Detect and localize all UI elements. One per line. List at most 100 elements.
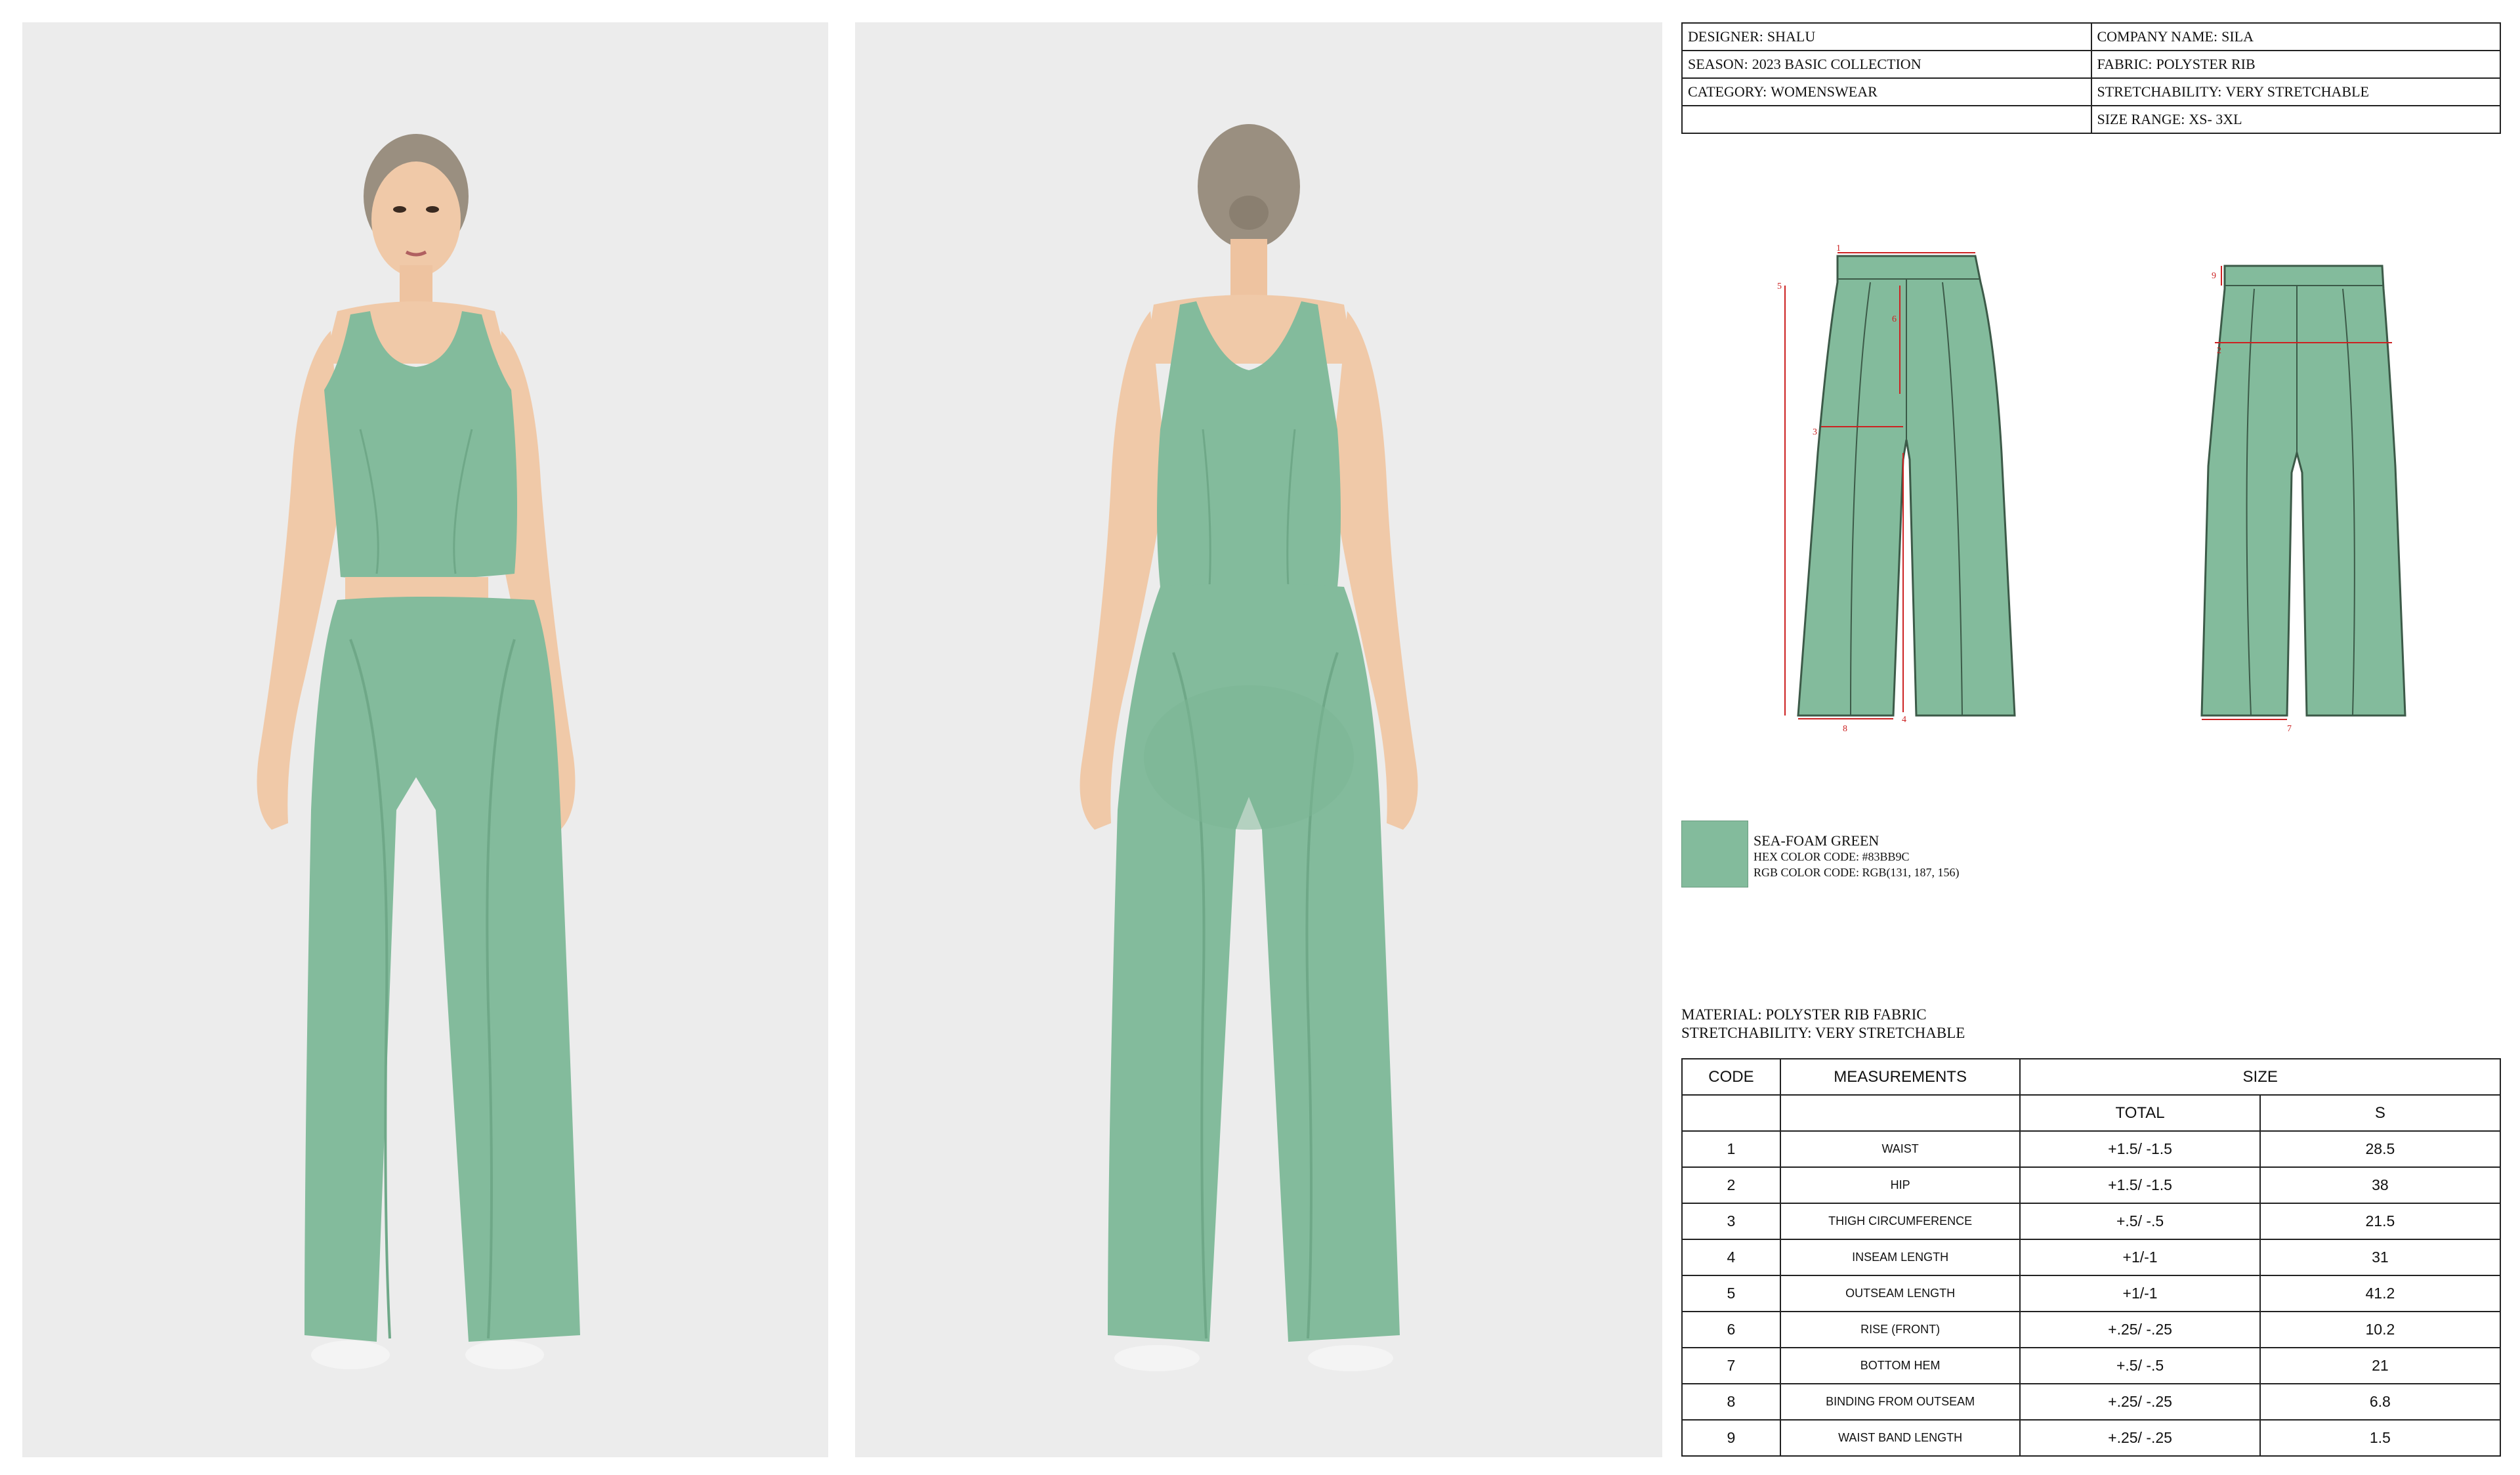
material-info: MATERIAL: POLYSTER RIB FABRIC STRETCHABI… — [1681, 1006, 1965, 1042]
info-row: CATEGORY: WOMENSWEAR STRETCHABILITY: VERY … — [1681, 77, 2501, 106]
front-view-panel — [22, 22, 828, 1457]
season-cell: SEASON: 2023 BASIC COLLECTION — [1681, 50, 2092, 79]
row-code: 9 — [1681, 1419, 1781, 1457]
row-total: +1/-1 — [2019, 1275, 2261, 1312]
row-total: +1/-1 — [2019, 1239, 2261, 1276]
table-row: 8 BINDING FROM OUTSEAM +.25/ -.25 6.8 — [1681, 1383, 2502, 1421]
designer-cell: DESIGNER: SHALU — [1681, 22, 2092, 51]
category-value: WOMENSWEAR — [1771, 83, 1878, 100]
row-measurement: BOTTOM HEM — [1779, 1347, 2021, 1384]
table-row: 2 HIP +1.5/ -1.5 38 — [1681, 1166, 2502, 1204]
row-code: 3 — [1681, 1203, 1781, 1240]
empty-cell — [1681, 105, 2092, 134]
row-measurement: INSEAM LENGTH — [1779, 1239, 2021, 1276]
fabric-cell: FABRIC: POLYSTER RIB — [2090, 50, 2501, 79]
row-code: 4 — [1681, 1239, 1781, 1276]
row-measurement: WAIST — [1779, 1130, 2021, 1168]
row-measurement: WAIST BAND LENGTH — [1779, 1419, 2021, 1457]
row-code: 2 — [1681, 1166, 1781, 1204]
row-size-s: 21 — [2259, 1347, 2502, 1384]
size-range-cell: SIZE RANGE: XS- 3XL — [2090, 105, 2501, 134]
empty-cell — [1779, 1094, 2021, 1132]
row-total: +.25/ -.25 — [2019, 1311, 2261, 1348]
row-measurement: THIGH CIRCUMFERENCE — [1779, 1203, 2021, 1240]
color-swatch — [1681, 821, 1748, 887]
info-row: DESIGNER: SHALU COMPANY NAME: SILA — [1681, 22, 2501, 51]
flat-mark-2: 2 — [2217, 346, 2221, 356]
hex-code: HEX COLOR CODE: #83BB9C — [1754, 850, 1910, 863]
row-measurement: OUTSEAM LENGTH — [1779, 1275, 2021, 1312]
back-view-model-image — [1080, 124, 1418, 1371]
row-size-s: 28.5 — [2259, 1130, 2502, 1168]
row-size-s: 10.2 — [2259, 1311, 2502, 1348]
flat-mark-1: 1 — [1836, 244, 1841, 253]
table-row: 3 THIGH CIRCUMFERENCE +.5/ -.5 21.5 — [1681, 1203, 2502, 1240]
row-code: 7 — [1681, 1347, 1781, 1384]
flat-mark-3: 3 — [1813, 427, 1817, 437]
color-info: SEA-FOAM GREEN HEX COLOR CODE: #83BB9C R… — [1754, 832, 1960, 880]
row-size-s: 1.5 — [2259, 1419, 2502, 1457]
designer-value: SHALU — [1767, 28, 1816, 45]
category-cell: CATEGORY: WOMENSWEAR — [1681, 77, 2092, 106]
flat-mark-9: 9 — [2212, 271, 2216, 281]
s-header: S — [2259, 1094, 2502, 1132]
table-header-row: CODE MEASUREMENTS SIZE — [1681, 1058, 2501, 1096]
table-row: 1 WAIST +1.5/ -1.5 28.5 — [1681, 1130, 2502, 1168]
info-row: SIZE RANGE: XS- 3XL — [1681, 105, 2501, 134]
company-label: COMPANY NAME: — [2097, 28, 2218, 45]
row-code: 5 — [1681, 1275, 1781, 1312]
row-total: +1.5/ -1.5 — [2019, 1130, 2261, 1168]
company-cell: COMPANY NAME: SILA — [2090, 22, 2501, 51]
fabric-value: POLYSTER RIB — [2156, 56, 2256, 72]
row-total: +.5/ -.5 — [2019, 1203, 2261, 1240]
designer-label: DESIGNER: — [1688, 28, 1763, 45]
size-range-label: SIZE RANGE: — [2097, 111, 2185, 127]
color-name: SEA-FOAM GREEN — [1754, 832, 1880, 849]
flat-mark-4: 4 — [1902, 715, 1906, 725]
table-row: 9 WAIST BAND LENGTH +.25/ -.25 1.5 — [1681, 1419, 2502, 1457]
table-body: 1 WAIST +1.5/ -1.5 28.5 2 HIP +1.5/ -1.5 38 3 THI… — [1681, 1130, 2502, 1457]
category-label: CATEGORY: — [1688, 83, 1767, 100]
back-view-panel — [855, 22, 1662, 1457]
total-header: TOTAL — [2019, 1094, 2261, 1132]
row-size-s: 21.5 — [2259, 1203, 2502, 1240]
back-flat-sketch: 9 2 7 — [2200, 265, 2406, 734]
info-row: SEASON: 2023 BASIC COLLECTION FABRIC: POLY… — [1681, 50, 2501, 79]
flat-mark-8: 8 — [1843, 724, 1847, 734]
row-total: +.5/ -.5 — [2019, 1347, 2261, 1384]
stretchability-line: STRETCHABILITY: VERY STRETCHABLE — [1681, 1025, 1965, 1041]
front-flat-sketch: 1 5 6 3 8 4 — [1777, 244, 2016, 734]
table-row: 7 BOTTOM HEM +.5/ -.5 21 — [1681, 1347, 2502, 1384]
row-size-s: 41.2 — [2259, 1275, 2502, 1312]
front-view-model-image — [257, 134, 580, 1369]
season-value: 2023 BASIC COLLECTION — [1752, 56, 1922, 72]
flat-mark-7: 7 — [2287, 724, 2292, 734]
table-row: 5 OUTSEAM LENGTH +1/-1 41.2 — [1681, 1275, 2502, 1312]
season-label: SEASON: — [1688, 56, 1748, 72]
row-total: +.25/ -.25 — [2019, 1419, 2261, 1457]
row-total: +1.5/ -1.5 — [2019, 1166, 2261, 1204]
row-measurement: HIP — [1779, 1166, 2021, 1204]
empty-cell — [1681, 1094, 1781, 1132]
row-total: +.25/ -.25 — [2019, 1383, 2261, 1421]
table-row: 4 INSEAM LENGTH +1/-1 31 — [1681, 1239, 2502, 1276]
rgb-code: RGB COLOR CODE: RGB(131, 187, 156) — [1754, 866, 1960, 879]
spec-info-table: DESIGNER: SHALU COMPANY NAME: SILA SEASON:… — [1681, 22, 2501, 134]
row-size-s: 6.8 — [2259, 1383, 2502, 1421]
row-size-s: 38 — [2259, 1166, 2502, 1204]
row-code: 6 — [1681, 1311, 1781, 1348]
fabric-label: FABRIC: — [2097, 56, 2152, 72]
table-subheader-row: TOTAL S — [1681, 1094, 2502, 1132]
row-size-s: 31 — [2259, 1239, 2502, 1276]
row-code: 8 — [1681, 1383, 1781, 1421]
table-row: 6 RISE (FRONT) +.25/ -.25 10.2 — [1681, 1311, 2502, 1348]
size-header: SIZE — [2019, 1058, 2501, 1096]
company-value: SILA — [2221, 28, 2254, 45]
measurements-header: MEASUREMENTS — [1779, 1058, 2021, 1096]
size-range-value: XS- 3XL — [2189, 111, 2242, 127]
row-code: 1 — [1681, 1130, 1781, 1168]
measurement-table: CODE MEASUREMENTS SIZE TOTAL S 1 WAIST +1.… — [1681, 1058, 2502, 1457]
stretch-label: STRETCHABILITY: — [2097, 83, 2222, 100]
row-measurement: BINDING FROM OUTSEAM — [1779, 1383, 2021, 1421]
code-header: CODE — [1681, 1058, 1781, 1096]
